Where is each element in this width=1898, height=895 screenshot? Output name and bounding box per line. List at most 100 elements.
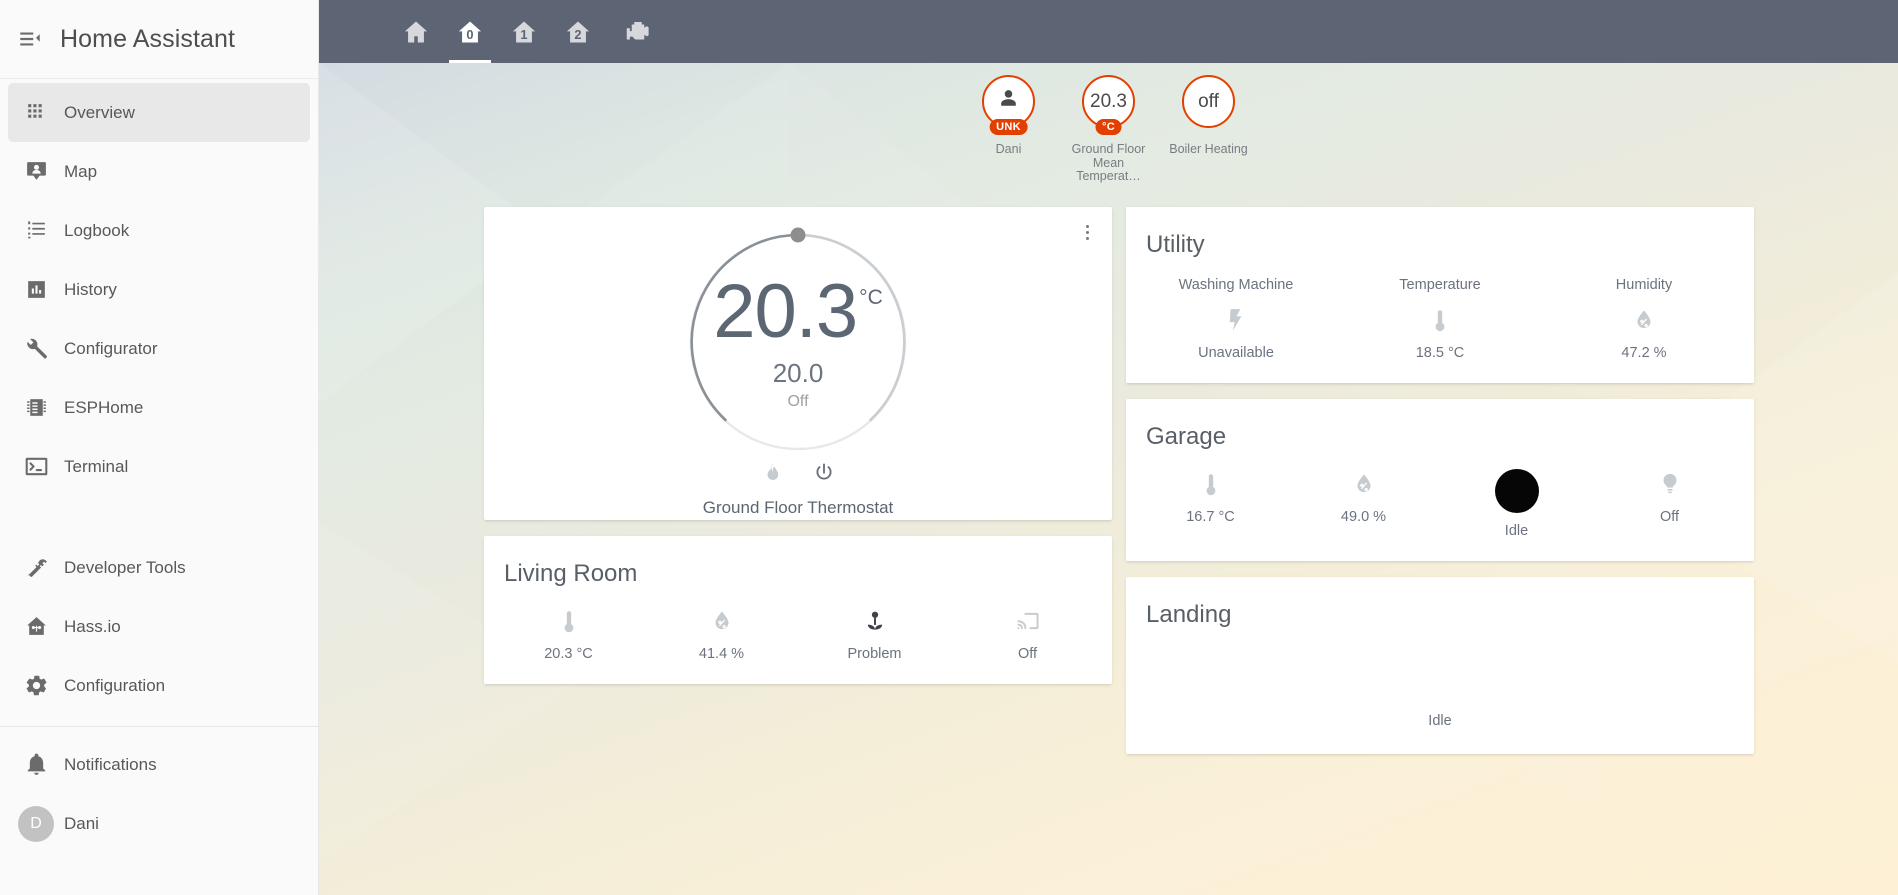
badges-row: UNK Dani 20.3 °C Ground Floor Mean Tempe…: [319, 63, 1898, 193]
glance-state: 47.2 %: [1621, 345, 1667, 361]
sidebar-item-configurator[interactable]: Configurator: [8, 319, 310, 378]
thermometer-icon: [1198, 469, 1224, 499]
badge-circle: 20.3 °C: [1082, 75, 1135, 135]
avatar: D: [8, 805, 64, 842]
badge-circle: UNK: [982, 75, 1035, 135]
sidebar-item-terminal[interactable]: Terminal: [8, 437, 310, 496]
cards-column-right: Utility Washing Machine Unavailable Temp…: [1126, 207, 1754, 770]
svg-text:1: 1: [520, 27, 527, 42]
sidebar-item-map[interactable]: Map: [8, 142, 310, 201]
living-room-card: Living Room 20.3 °C 41.4 % Problem Off: [484, 536, 1112, 684]
badge-boiler-heating[interactable]: off Boiler Heating: [1165, 75, 1253, 193]
glance-row: Idle: [1126, 629, 1754, 747]
vacuum-body: [1494, 469, 1539, 513]
glance-state: 41.4 %: [698, 646, 745, 662]
map-marker-account-icon: [8, 159, 64, 184]
view-dashboard-icon: [8, 100, 64, 125]
water-percent-icon: [1631, 305, 1657, 335]
glance-item-humidity[interactable]: 49.0 %: [1287, 469, 1440, 539]
dial-current-temperature: 20.3: [713, 268, 858, 354]
dial-unit: °C: [859, 285, 883, 309]
glance-row: 16.7 °C 49.0 % Idle Off: [1126, 451, 1754, 561]
glance-item-humidity[interactable]: Humidity 47.2 %: [1542, 277, 1746, 361]
garage-card: Garage 16.7 °C 49.0 % Idle Off: [1126, 399, 1754, 561]
sidebar-item-user[interactable]: D Dani: [8, 794, 310, 853]
dial-mode: Off: [787, 392, 809, 410]
sidebar: Home Assistant Overview Map Logbook Hist…: [0, 0, 319, 895]
dial-readout: 20.3 °C 20.0 Off: [673, 217, 923, 467]
glance-item-temperature[interactable]: 20.3 °C: [492, 606, 645, 662]
badge-name: Dani: [995, 142, 1022, 156]
sidebar-item-history[interactable]: History: [8, 260, 310, 319]
avatar-initial: D: [18, 805, 54, 842]
glance-state: Problem: [847, 646, 902, 662]
menu-open-icon[interactable]: [0, 26, 60, 52]
sidebar-item-esphome[interactable]: ESPHome: [8, 378, 310, 437]
more-info-button[interactable]: [1074, 217, 1100, 247]
vacuum-image: [1494, 469, 1539, 513]
tab-home[interactable]: [389, 0, 443, 63]
glance-item-cast[interactable]: Off: [951, 606, 1104, 662]
home-assistant-icon: [8, 614, 64, 639]
tab-home-1[interactable]: 1: [497, 0, 551, 63]
glance-item-light[interactable]: Off: [1593, 469, 1746, 539]
glance-row: Washing Machine Unavailable Temperature: [1126, 259, 1754, 383]
sidebar-header: Home Assistant: [0, 0, 318, 79]
glance-name: Washing Machine: [1178, 277, 1294, 293]
glance-item-humidity[interactable]: 41.4 %: [645, 606, 798, 662]
cog-icon: [8, 673, 64, 698]
flower-icon: [862, 606, 888, 636]
glance-state: 16.7 °C: [1186, 509, 1235, 525]
sidebar-item-configuration[interactable]: Configuration: [8, 656, 310, 715]
sidebar-item-label: Configurator: [64, 338, 158, 358]
sidebar-item-notifications[interactable]: Notifications: [8, 735, 310, 794]
glance-state: 20.3 °C: [544, 646, 593, 662]
badge-value: 20.3: [1090, 90, 1127, 112]
tab-home-2[interactable]: 2: [551, 0, 605, 63]
thermostat-dial[interactable]: 20.3 °C 20.0 Off: [673, 217, 923, 467]
tab-home-0[interactable]: 0: [443, 0, 497, 63]
tab-active-indicator: [449, 60, 491, 63]
glance-item-plant[interactable]: Problem: [798, 606, 951, 662]
glance-item-vacuum[interactable]: Idle: [1440, 469, 1593, 539]
water-percent-icon: [1351, 469, 1377, 499]
sidebar-item-label: Developer Tools: [64, 557, 186, 577]
format-list-bulleted-icon: [8, 218, 64, 243]
glance-item-temperature[interactable]: Temperature 18.5 °C: [1338, 277, 1542, 361]
badge-name: Ground Floor Mean Temperat…: [1071, 142, 1146, 183]
badge-dani[interactable]: UNK Dani: [965, 75, 1053, 193]
sidebar-item-logbook[interactable]: Logbook: [8, 201, 310, 260]
card-title: Living Room: [504, 560, 638, 587]
glance-state: Idle: [1504, 523, 1529, 539]
chip-icon: [8, 395, 64, 420]
dial-current-temperature-row: 20.3 °C: [713, 268, 883, 354]
glance-state: Off: [1659, 509, 1680, 525]
sidebar-item-hassio[interactable]: Hass.io: [8, 597, 310, 656]
bell-icon: [8, 752, 64, 777]
hammer-icon: [8, 555, 64, 580]
badge-circle: off: [1182, 75, 1235, 128]
badge-ground-floor-mean-temperature[interactable]: 20.3 °C Ground Floor Mean Temperat…: [1065, 75, 1153, 193]
glance-state[interactable]: Idle: [1428, 713, 1451, 729]
glance-item-washing-machine[interactable]: Washing Machine Unavailable: [1134, 277, 1338, 361]
sidebar-item-overview[interactable]: Overview: [8, 83, 310, 142]
chart-box-icon: [8, 277, 64, 302]
water-percent-icon: [709, 606, 735, 636]
sidebar-item-label: Map: [64, 161, 98, 181]
lightbulb-icon: [1657, 469, 1683, 499]
view-tabs-toolbar: 0 1 2: [319, 0, 1898, 63]
glance-item-temperature[interactable]: 16.7 °C: [1134, 469, 1287, 539]
glance-row: 20.3 °C 41.4 % Problem Off: [484, 588, 1112, 684]
account-icon: [996, 86, 1021, 117]
svg-text:2: 2: [574, 27, 581, 42]
sidebar-item-developer-tools[interactable]: Developer Tools: [8, 538, 310, 597]
glance-state: 49.0 %: [1340, 509, 1387, 525]
badge-sub-label: °C: [1095, 119, 1122, 135]
sidebar-item-label: Dani: [64, 813, 99, 833]
sidebar-item-label: Overview: [64, 102, 135, 122]
sidebar-divider: [0, 726, 318, 727]
sidebar-item-label: Terminal: [64, 456, 129, 476]
tab-engine[interactable]: [605, 0, 671, 63]
landing-card: Landing Idle: [1126, 577, 1754, 754]
